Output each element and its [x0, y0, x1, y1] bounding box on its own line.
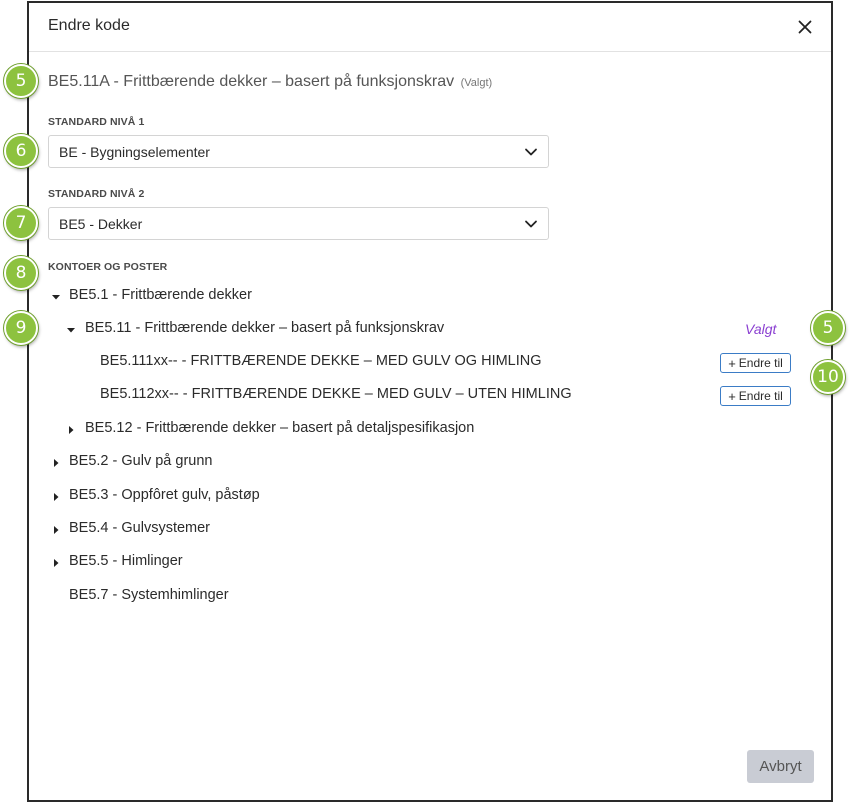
selected-code-title: BE5.11A - Frittbærende dekker – basert p… — [48, 73, 492, 91]
cancel-button[interactable]: Avbryt — [747, 750, 814, 783]
selected-tag: Valgt — [745, 321, 777, 337]
tree-item-label: BE5.4 - Gulvsystemer — [69, 520, 211, 536]
annotation-badge: 7 — [4, 206, 38, 240]
plus-icon: + — [728, 355, 736, 371]
tree-item-label: BE5.3 - Oppfôret gulv, påstøp — [69, 487, 260, 503]
tree-item-label: BE5.112xx-- - FRITTBÆRENDE DEKKE – MED G… — [100, 386, 572, 402]
caret-right-icon[interactable] — [51, 492, 61, 502]
caret-right-icon[interactable] — [51, 558, 61, 568]
level1-label: STANDARD NIVÅ 1 — [48, 116, 145, 128]
modal-dialog: Endre kode BE5.11A - Frittbærende dekker… — [27, 1, 833, 802]
modal-header: Endre kode — [29, 3, 831, 52]
tree-item-label: BE5.7 - Systemhimlinger — [69, 587, 229, 603]
level2-select[interactable]: BE5 - Dekker — [48, 207, 549, 240]
tree-item-label: BE5.2 - Gulv på grunn — [69, 453, 213, 469]
change-to-label: Endre til — [738, 389, 783, 403]
tree-item-label: BE5.11 - Frittbærende dekker – basert på… — [85, 320, 445, 336]
level1-select-value: BE - Bygningselementer — [59, 144, 210, 160]
level2-select-value: BE5 - Dekker — [59, 216, 143, 232]
annotation-badge: 6 — [4, 134, 38, 168]
caret-down-icon[interactable] — [51, 292, 61, 302]
level2-label: STANDARD NIVÅ 2 — [48, 188, 145, 200]
caret-down-icon[interactable] — [66, 325, 76, 335]
tree-item-label: BE5.5 - Himlinger — [69, 553, 183, 569]
caret-right-icon[interactable] — [51, 458, 61, 468]
tree-item-label: BE5.111xx-- - FRITTBÆRENDE DEKKE – MED G… — [100, 353, 542, 369]
chevron-down-icon — [525, 220, 537, 228]
caret-right-icon[interactable] — [66, 425, 76, 435]
close-icon — [798, 20, 812, 34]
annotation-badge: 9 — [4, 311, 38, 345]
change-to-label: Endre til — [738, 356, 783, 370]
change-to-button[interactable]: + Endre til — [720, 386, 791, 406]
caret-right-icon[interactable] — [51, 525, 61, 535]
annotation-badge: 5 — [4, 64, 38, 98]
selected-suffix: (Valgt) — [460, 77, 493, 89]
annotation-badge: 5 — [811, 311, 845, 345]
annotation-badge: 8 — [4, 256, 38, 290]
annotation-badge: 10 — [811, 360, 845, 394]
change-to-button[interactable]: + Endre til — [720, 353, 791, 373]
selected-code: BE5.11A - Frittbærende dekker – basert p… — [48, 73, 455, 90]
modal-title: Endre kode — [48, 17, 130, 34]
accounts-label: KONTOER OG POSTER — [48, 261, 168, 273]
tree-item-label: BE5.1 - Frittbærende dekker — [69, 287, 252, 303]
plus-icon: + — [728, 388, 736, 404]
tree-item-label: BE5.12 - Frittbærende dekker – basert på… — [85, 420, 475, 436]
level1-select[interactable]: BE - Bygningselementer — [48, 135, 549, 168]
chevron-down-icon — [525, 148, 537, 156]
close-button[interactable] — [793, 15, 817, 39]
